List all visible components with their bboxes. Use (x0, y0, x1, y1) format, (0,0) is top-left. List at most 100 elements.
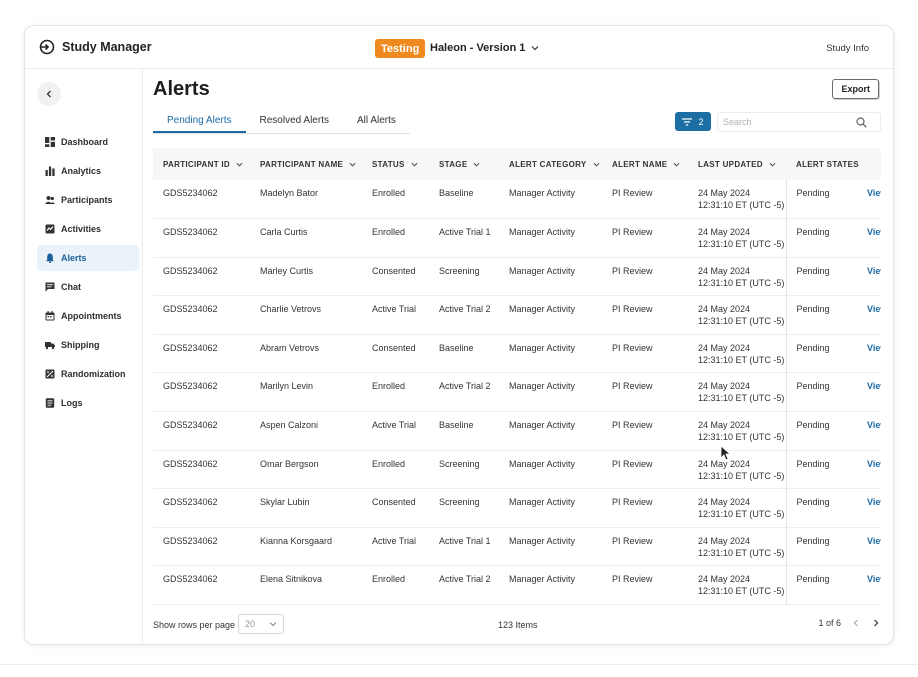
column-header-label: PARTICIPANT ID (163, 159, 231, 169)
sidebar-item-analytics[interactable]: Analytics (37, 158, 139, 184)
rows-per-page-value: 20 (245, 619, 256, 629)
participant-name-cell: Charlie Vetrovs (260, 304, 322, 315)
view-link[interactable]: View (857, 450, 881, 489)
tab-all-alerts[interactable]: All Alerts (343, 111, 410, 133)
sidebar-item-label: Randomization (61, 369, 126, 379)
table-row[interactable]: GDS5234062 Madelyn Bator Enrolled Baseline M… (153, 180, 881, 219)
table-row[interactable]: GDS5234062 Charlie Vetrovs Active Trial Act… (153, 295, 881, 335)
last-updated-date: 24 May 2024 (698, 265, 751, 276)
sidebar-item-participants[interactable]: Participants (37, 187, 139, 213)
export-button[interactable]: Export (832, 79, 879, 99)
last-updated-date: 24 May 2024 (698, 188, 751, 198)
sidebar-item-appointments[interactable]: Appointments (37, 303, 139, 329)
last-updated-cell: 24 May 2024 12:31:10 ET (UTC -5) (688, 334, 787, 373)
column-header-label: PARTICIPANT NAME (260, 159, 344, 169)
brand[interactable]: Study Manager (39, 39, 152, 55)
collapse-sidebar-button[interactable] (37, 82, 61, 106)
view-link[interactable]: View (857, 296, 881, 335)
view-link[interactable]: View (857, 412, 881, 451)
last-updated-date: 24 May 2024 (698, 535, 751, 546)
column-header-participant-id[interactable]: PARTICIPANT ID (153, 148, 250, 180)
chevron-down-icon (473, 162, 480, 167)
status-cell: Consented (372, 265, 416, 276)
column-header-status[interactable]: STATUS (362, 148, 429, 180)
chat-icon (45, 282, 55, 292)
table-row[interactable]: GDS5234062 Abram Vetrovs Consented Baseline… (153, 334, 881, 373)
participants-icon (45, 196, 55, 204)
last-updated-time: 12:31:10 ET (UTC -5) (698, 509, 785, 520)
search-box (717, 112, 881, 132)
column-header-alert-name[interactable]: ALERT NAME (602, 148, 688, 180)
alert-category-cell: Manager Activity (509, 342, 576, 353)
participant-name-cell: Marilyn Levin (260, 381, 314, 392)
study-selector[interactable]: Haleon - Version 1 (430, 42, 539, 54)
previous-page-button[interactable] (851, 617, 861, 629)
column-header-participant-name[interactable]: PARTICIPANT NAME (250, 148, 362, 180)
table-row[interactable]: GDS5234062 Carla Curtis Enrolled Active Tri… (153, 218, 881, 258)
last-updated-time: 12:31:10 ET (UTC -5) (698, 470, 785, 481)
participant-id-cell: GDS5234062 (163, 342, 218, 353)
sign-in-icon (39, 39, 55, 55)
sidebar-item-randomization[interactable]: Randomization (37, 361, 139, 387)
sidebar-item-label: Logs (61, 398, 83, 408)
sidebar-item-activities[interactable]: Activities (37, 216, 139, 242)
participant-name-cell: Omar Bergson (260, 458, 319, 469)
status-cell: Enrolled (372, 227, 406, 238)
alert-tabs: Pending Alerts Resolved Alerts All Alert… (153, 111, 410, 134)
column-header-label: ALERT STATES (796, 159, 859, 169)
table-row[interactable]: GDS5234062 Marley Curtis Consented Screenin… (153, 257, 881, 296)
alert-name-cell: PI Review (612, 497, 653, 508)
view-link[interactable]: View (857, 566, 881, 605)
pagination: 1 of 6 (818, 617, 881, 629)
table-row[interactable]: GDS5234062 Aspen Calzoni Active Trial Basel… (153, 411, 881, 451)
table-row[interactable]: GDS5234062 Kianna Korsgaard Active Trial Ac… (153, 527, 881, 566)
sidebar-item-dashboard[interactable]: Dashboard (37, 129, 139, 155)
study-info-link[interactable]: Study Info (826, 43, 869, 54)
environment-badge: Testing (375, 39, 426, 58)
chevron-down-icon (236, 162, 243, 167)
view-link[interactable]: View (857, 219, 881, 258)
alert-name-cell: PI Review (612, 381, 653, 392)
last-updated-time: 12:31:10 ET (UTC -5) (698, 354, 785, 365)
participant-id-cell: GDS5234062 (163, 574, 218, 585)
sidebar-item-shipping[interactable]: Shipping (37, 332, 139, 358)
sidebar-item-chat[interactable]: Chat (37, 274, 139, 300)
column-header-alert-category[interactable]: ALERT CATEGORY (499, 148, 602, 180)
last-updated-date: 24 May 2024 (698, 420, 751, 431)
view-link[interactable]: View (857, 257, 881, 296)
last-updated-time: 12:31:10 ET (UTC -5) (698, 393, 785, 404)
view-link[interactable]: View (857, 180, 881, 219)
sidebar-item-label: Shipping (61, 340, 100, 350)
alert-state-cell: Pending (796, 574, 830, 585)
column-header-label: STATUS (372, 159, 405, 169)
last-updated-date: 24 May 2024 (698, 381, 751, 392)
alert-category-cell: Manager Activity (509, 458, 576, 469)
filter-button[interactable]: 2 (675, 112, 711, 131)
sidebar-item-label: Appointments (61, 311, 122, 321)
search-icon[interactable] (856, 116, 867, 128)
rows-per-page-label: Show rows per page (153, 620, 236, 630)
last-updated-time: 12:31:10 ET (UTC -5) (698, 586, 785, 597)
table-row[interactable]: GDS5234062 Marilyn Levin Enrolled Active Tr… (153, 372, 881, 412)
tab-resolved-alerts[interactable]: Resolved Alerts (246, 111, 343, 133)
chevron-down-icon (673, 162, 680, 167)
view-link[interactable]: View (857, 334, 881, 373)
next-page-button[interactable] (871, 617, 881, 629)
sidebar-item-alerts[interactable]: Alerts (37, 245, 139, 271)
column-header-last-updated[interactable]: LAST UPDATED (688, 148, 786, 180)
alert-name-cell: PI Review (612, 265, 653, 276)
view-link[interactable]: View (857, 373, 881, 412)
view-link[interactable]: View (857, 527, 881, 566)
sidebar-nav: Dashboard Analytics Participants Activit… (37, 129, 139, 419)
search-input[interactable] (718, 117, 856, 127)
sidebar-item-logs[interactable]: Logs (37, 390, 139, 416)
rows-per-page-select[interactable]: 20 (238, 614, 284, 634)
view-link[interactable]: View (857, 489, 881, 528)
column-header-stage[interactable]: STAGE (429, 148, 499, 180)
table-row[interactable]: GDS5234062 Skylar Lubin Consented Screening… (153, 488, 881, 528)
alert-category-cell: Manager Activity (509, 304, 576, 315)
alert-state-cell: Pending (796, 188, 830, 198)
table-row[interactable]: GDS5234062 Elena Sitnikova Enrolled Active … (153, 565, 881, 605)
table-row[interactable]: GDS5234062 Omar Bergson Enrolled Screening M… (153, 450, 881, 489)
tab-pending-alerts[interactable]: Pending Alerts (153, 111, 246, 133)
